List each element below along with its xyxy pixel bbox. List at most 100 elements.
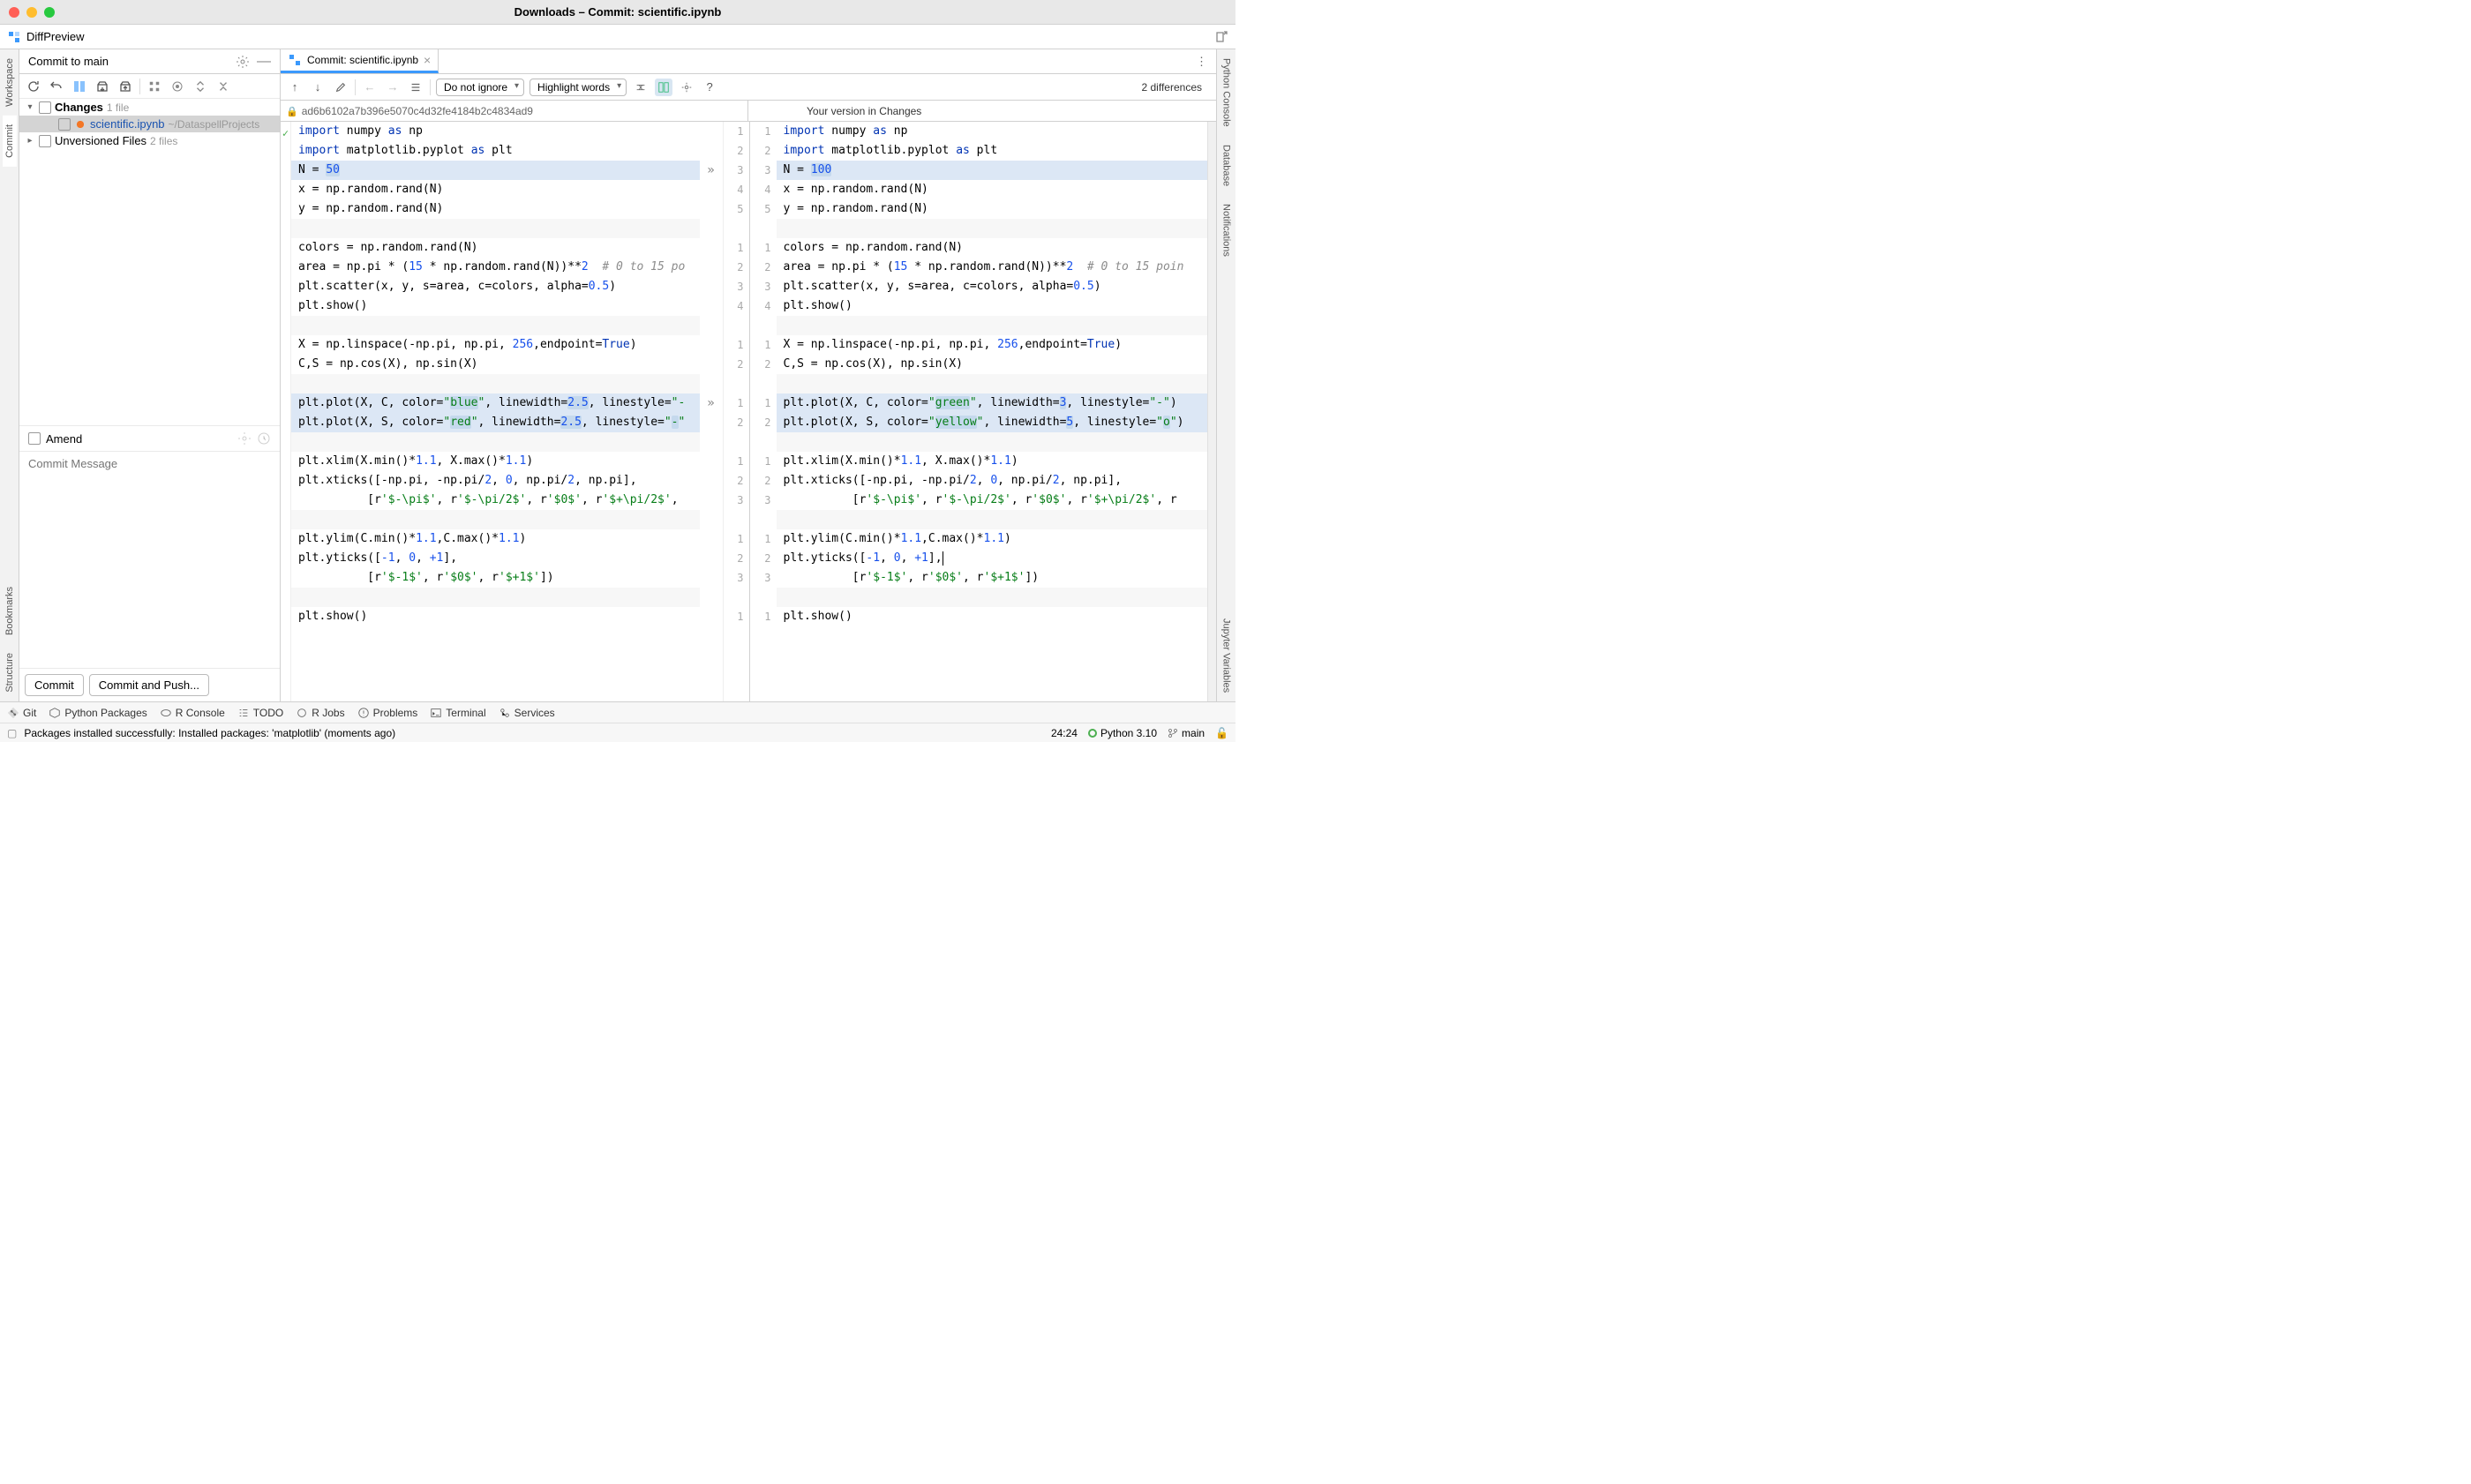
changed-file-row[interactable]: scientific.ipynb ~/DataspellProjects	[19, 116, 280, 132]
code-line[interactable]: plt.xticks([-np.pi, -np.pi/2, 0, np.pi/2…	[777, 471, 1208, 491]
code-line[interactable]: x = np.random.rand(N)	[777, 180, 1208, 199]
collapse-unchanged-icon[interactable]	[632, 79, 650, 96]
bottom-services[interactable]: Services	[499, 707, 555, 719]
code-line[interactable]: X = np.linspace(-np.pi, np.pi, 256,endpo…	[291, 335, 700, 355]
interpreter-selector[interactable]: Python 3.10	[1088, 727, 1157, 739]
diffpreview-label[interactable]: DiffPreview	[7, 30, 85, 44]
forward-icon[interactable]: →	[384, 79, 402, 96]
code-line[interactable]: area = np.pi * (15 * np.random.rand(N))*…	[777, 258, 1208, 277]
code-line[interactable]: plt.show()	[291, 296, 700, 316]
sync-scroll-icon[interactable]	[655, 79, 672, 96]
editor-tab-commit[interactable]: Commit: scientific.ipynb ×	[281, 49, 439, 73]
code-line[interactable]: plt.plot(X, S, color="red", linewidth=2.…	[291, 413, 700, 432]
changes-tree[interactable]: ▾ Changes 1 file scientific.ipynb ~/Data…	[19, 99, 280, 425]
commit-button[interactable]: Commit	[25, 674, 84, 696]
lock-status-icon[interactable]: 🔓	[1215, 727, 1228, 739]
tab-commit[interactable]: Commit	[3, 116, 17, 167]
checkbox[interactable]	[39, 101, 51, 114]
tab-structure[interactable]: Structure	[3, 644, 17, 701]
help-icon[interactable]: ?	[701, 79, 718, 96]
code-line[interactable]	[291, 588, 700, 607]
bottom-r-console[interactable]: R Console	[160, 707, 225, 719]
cursor-position[interactable]: 24:24	[1051, 727, 1078, 739]
code-line[interactable]: plt.xlim(X.min()*1.1, X.max()*1.1)	[291, 452, 700, 471]
diff-icon[interactable]	[71, 78, 88, 95]
bottom-todo[interactable]: TODO	[237, 707, 283, 719]
code-line[interactable]	[291, 316, 700, 335]
code-line[interactable]: colors = np.random.rand(N)	[777, 238, 1208, 258]
bottom-terminal[interactable]: Terminal	[430, 707, 485, 719]
code-line[interactable]: plt.show()	[291, 607, 700, 626]
zoom-window-icon[interactable]	[44, 7, 55, 18]
code-line[interactable]	[777, 510, 1208, 529]
code-line[interactable]: import numpy as np	[777, 122, 1208, 141]
tab-workspace[interactable]: Workspace	[3, 49, 17, 116]
code-line[interactable]: N = 100	[777, 161, 1208, 180]
amend-checkbox[interactable]	[28, 432, 41, 445]
code-line[interactable]	[777, 432, 1208, 452]
status-hide-icon[interactable]: ▢	[7, 727, 17, 739]
code-line[interactable]: [r'$-1$', r'$0$', r'$+1$'])	[291, 568, 700, 588]
code-line[interactable]: plt.ylim(C.min()*1.1,C.max()*1.1)	[777, 529, 1208, 549]
code-line[interactable]	[777, 588, 1208, 607]
code-line[interactable]: plt.xlim(X.min()*1.1, X.max()*1.1)	[777, 452, 1208, 471]
code-line[interactable]: plt.show()	[777, 607, 1208, 626]
code-line[interactable]	[777, 316, 1208, 335]
code-line[interactable]: X = np.linspace(-np.pi, np.pi, 256,endpo…	[777, 335, 1208, 355]
code-line[interactable]	[291, 374, 700, 393]
code-line[interactable]: [r'$-\pi$', r'$-\pi/2$', r'$0$', r'$+\pi…	[777, 491, 1208, 510]
bottom-python-packages[interactable]: Python Packages	[49, 707, 146, 719]
code-line[interactable]: plt.plot(X, S, color="yellow", linewidth…	[777, 413, 1208, 432]
minimize-window-icon[interactable]	[26, 7, 37, 18]
back-icon[interactable]: ←	[361, 79, 379, 96]
next-diff-icon[interactable]: ↓	[309, 79, 327, 96]
code-line[interactable]: plt.show()	[777, 296, 1208, 316]
code-line[interactable]: C,S = np.cos(X), np.sin(X)	[777, 355, 1208, 374]
apply-change-icon[interactable]: »	[700, 393, 723, 413]
code-line[interactable]: plt.scatter(x, y, s=area, c=colors, alph…	[291, 277, 700, 296]
bottom-r-jobs[interactable]: R Jobs	[296, 707, 344, 719]
code-line[interactable]: plt.plot(X, C, color="green", linewidth=…	[777, 393, 1208, 413]
close-window-icon[interactable]	[9, 7, 19, 18]
edit-external-icon[interactable]	[1214, 30, 1228, 44]
checkbox[interactable]	[39, 135, 51, 147]
tab-bookmarks[interactable]: Bookmarks	[3, 578, 17, 644]
code-line[interactable]	[291, 219, 700, 238]
tab-database[interactable]: Database	[1220, 136, 1234, 195]
code-line[interactable]: plt.ylim(C.min()*1.1,C.max()*1.1)	[291, 529, 700, 549]
code-line[interactable]: plt.plot(X, C, color="blue", linewidth=2…	[291, 393, 700, 413]
diff-body[interactable]: ✓ import numpy as npimport matplotlib.py…	[281, 122, 1216, 701]
expand-all-icon[interactable]	[192, 78, 209, 95]
code-line[interactable]: y = np.random.rand(N)	[291, 199, 700, 219]
tab-python-console[interactable]: Python Console	[1220, 49, 1234, 136]
chevron-down-icon[interactable]: ▾	[25, 102, 35, 112]
code-line[interactable]: plt.scatter(x, y, s=area, c=colors, alph…	[777, 277, 1208, 296]
view-options-icon[interactable]	[169, 78, 186, 95]
bottom-git[interactable]: Git	[7, 707, 36, 719]
diff-settings-icon[interactable]	[678, 79, 695, 96]
tab-jupyter-variables[interactable]: Jupyter Variables	[1220, 610, 1234, 701]
code-line[interactable]: plt.xticks([-np.pi, -np.pi/2, 0, np.pi/2…	[291, 471, 700, 491]
more-tabs-icon[interactable]: ⋮	[1187, 55, 1216, 69]
code-line[interactable]	[777, 374, 1208, 393]
prev-diff-icon[interactable]: ↑	[286, 79, 304, 96]
commit-push-button[interactable]: Commit and Push...	[89, 674, 209, 696]
code-line[interactable]: [r'$-1$', r'$0$', r'$+1$'])	[777, 568, 1208, 588]
code-line[interactable]: N = 50	[291, 161, 700, 180]
group-icon[interactable]	[146, 78, 163, 95]
unshelve-icon[interactable]	[116, 78, 134, 95]
list-icon[interactable]	[407, 79, 424, 96]
bottom-problems[interactable]: Problems	[357, 707, 418, 719]
shelve-icon[interactable]	[94, 78, 111, 95]
rollback-icon[interactable]	[48, 78, 65, 95]
commit-message-input[interactable]	[28, 457, 271, 660]
code-line[interactable]: import matplotlib.pyplot as plt	[291, 141, 700, 161]
gear-icon[interactable]	[236, 55, 250, 69]
checkbox[interactable]	[58, 118, 71, 131]
code-line[interactable]	[777, 219, 1208, 238]
apply-change-icon[interactable]: »	[700, 161, 723, 180]
code-line[interactable]: colors = np.random.rand(N)	[291, 238, 700, 258]
edit-icon[interactable]	[332, 79, 349, 96]
code-line[interactable]	[291, 432, 700, 452]
highlight-select[interactable]: Highlight words	[530, 79, 627, 96]
